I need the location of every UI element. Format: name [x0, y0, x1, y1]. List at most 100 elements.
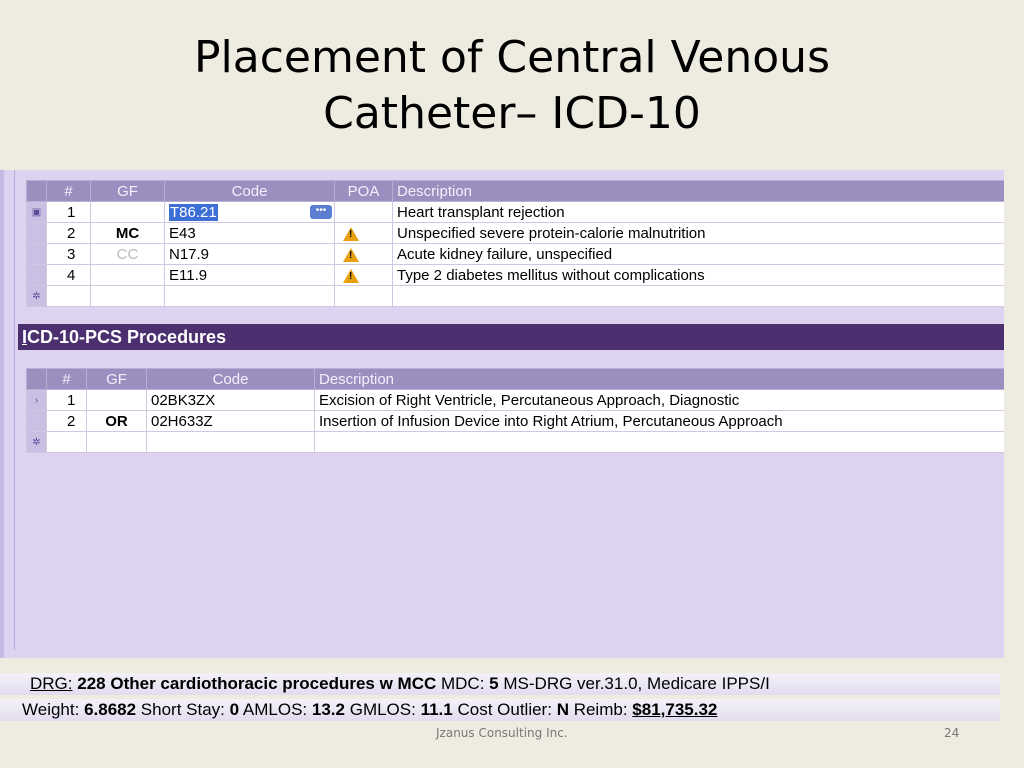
row-number: 2	[46, 410, 87, 432]
row-code[interactable]: E43	[164, 222, 335, 244]
row-selector[interactable]	[26, 264, 47, 286]
weight-value: 6.8682	[84, 700, 137, 719]
column-header-description[interactable]: Description	[314, 368, 1004, 390]
row-selector[interactable]	[26, 410, 47, 432]
gmlos-label: GMLOS:	[349, 700, 416, 719]
column-header-description[interactable]: Description	[392, 180, 1004, 202]
procedures-header-row: # GF Code Description	[26, 368, 1004, 390]
table-row[interactable]: 2 MC E43 Unspecified severe protein-calo…	[26, 222, 1004, 244]
code-cell-editing[interactable]: T86.21 •••	[164, 201, 335, 223]
row-selector[interactable]	[26, 222, 47, 244]
row-gf: CC	[90, 243, 165, 265]
row-code[interactable]: 02H633Z	[146, 410, 315, 432]
row-selector-header	[26, 180, 47, 202]
table-row[interactable]: 4 E11.9 Type 2 diabetes mellitus without…	[26, 264, 1004, 286]
short-stay-value: 0	[229, 700, 240, 719]
row-number: 2	[46, 222, 91, 244]
diagnoses-header-row: # GF Code POA Description	[26, 180, 1004, 202]
warning-icon[interactable]	[343, 247, 359, 262]
row-code[interactable]: N17.9	[164, 243, 335, 265]
row-description: Heart transplant rejection	[392, 201, 1004, 223]
row-number: 3	[46, 243, 91, 265]
drg-version: MS-DRG ver.31.0, Medicare IPPS/I	[503, 674, 770, 693]
row-gf	[86, 389, 147, 411]
procedures-section-header: ICD-10-PCS Procedures	[18, 324, 1004, 350]
code-lookup-button[interactable]: •••	[310, 205, 332, 219]
diagnoses-grid: # GF Code POA Description ▣ 1 T86.21 •••	[26, 180, 1004, 307]
row-selector-edit-icon[interactable]: ▣	[26, 201, 47, 223]
new-row-cell[interactable]	[46, 285, 91, 307]
gmlos-value: 11.1	[420, 700, 453, 719]
row-code[interactable]: 02BK3ZX	[146, 389, 315, 411]
slide-title-line1: Placement of Central Venous	[193, 32, 830, 83]
code-input[interactable]: T86.21	[169, 203, 218, 221]
section-title: CD-10-PCS Procedures	[27, 327, 227, 347]
row-description: Type 2 diabetes mellitus without complic…	[392, 264, 1004, 286]
table-row[interactable]: › 1 02BK3ZX Excision of Right Ventricle,…	[26, 389, 1004, 411]
slide-title-line2: Catheter– ICD-10	[323, 88, 701, 139]
row-selector[interactable]	[26, 243, 47, 265]
mdc-value: 5	[489, 674, 499, 693]
warning-icon[interactable]	[343, 226, 359, 241]
row-description: Insertion of Infusion Device into Right …	[314, 410, 1004, 432]
reimb-label: Reimb:	[573, 700, 628, 719]
drg-description: Other cardiothoracic procedures w MCC	[110, 674, 437, 693]
row-gf: OR	[86, 410, 147, 432]
poa-cell[interactable]	[334, 264, 393, 286]
mdc-label: MDC:	[440, 674, 485, 693]
new-row-cell[interactable]	[146, 431, 315, 453]
slide-title: Placement of Central Venous Catheter– IC…	[0, 30, 1024, 142]
new-row-icon[interactable]: ✲	[26, 285, 47, 307]
row-selector-header	[26, 368, 47, 390]
column-header-code[interactable]: Code	[164, 180, 335, 202]
cost-outlier-label: Cost Outlier:	[457, 700, 552, 719]
new-row-icon[interactable]: ✲	[26, 431, 47, 453]
column-header-num[interactable]: #	[46, 180, 91, 202]
table-row[interactable]: 3 CC N17.9 Acute kidney failure, unspeci…	[26, 243, 1004, 265]
row-gf	[90, 201, 165, 223]
row-number: 1	[46, 389, 87, 411]
poa-cell[interactable]	[334, 201, 393, 223]
drg-link[interactable]: DRG:	[30, 674, 73, 693]
weight-label: Weight:	[22, 700, 80, 719]
row-gf: MC	[90, 222, 165, 244]
column-header-gf[interactable]: GF	[86, 368, 147, 390]
cost-outlier-value: N	[556, 700, 569, 719]
column-header-poa[interactable]: POA	[334, 180, 393, 202]
amlos-value: 13.2	[311, 700, 345, 719]
footer-company: Jzanus Consulting Inc.	[436, 726, 568, 740]
procedures-grid: # GF Code Description › 1 02BK3ZX Excisi…	[26, 368, 1004, 453]
row-description: Acute kidney failure, unspecified	[392, 243, 1004, 265]
column-header-code[interactable]: Code	[146, 368, 315, 390]
column-header-num[interactable]: #	[46, 368, 87, 390]
table-row[interactable]: 2 OR 02H633Z Insertion of Infusion Devic…	[26, 410, 1004, 432]
drg-summary-bar: DRG: 228 Other cardiothoracic procedures…	[0, 673, 1000, 695]
new-row-cell[interactable]	[314, 431, 1004, 453]
table-row[interactable]: ▣ 1 T86.21 ••• Heart transplant rejectio…	[26, 201, 1004, 223]
new-row-cell[interactable]	[164, 285, 335, 307]
new-row-cell[interactable]	[46, 431, 87, 453]
new-row-cell[interactable]	[90, 285, 165, 307]
row-number: 1	[46, 201, 91, 223]
poa-cell[interactable]	[334, 222, 393, 244]
new-row[interactable]: ✲	[26, 285, 1004, 307]
new-row-cell[interactable]	[392, 285, 1004, 307]
page-number: 24	[944, 726, 960, 740]
new-row-cell[interactable]	[334, 285, 393, 307]
reimb-value[interactable]: $81,735.32	[632, 700, 717, 719]
row-description: Excision of Right Ventricle, Percutaneou…	[314, 389, 1004, 411]
current-row-arrow-icon[interactable]: ›	[26, 389, 47, 411]
drg-number: 228	[77, 674, 106, 693]
row-description: Unspecified severe protein-calorie malnu…	[392, 222, 1004, 244]
new-row[interactable]: ✲	[26, 431, 1004, 453]
poa-cell[interactable]	[334, 243, 393, 265]
row-gf	[90, 264, 165, 286]
panel-divider	[14, 170, 15, 650]
new-row-cell[interactable]	[86, 431, 147, 453]
amlos-label: AMLOS:	[242, 700, 308, 719]
column-header-gf[interactable]: GF	[90, 180, 165, 202]
row-code[interactable]: E11.9	[164, 264, 335, 286]
stats-bar: Weight: 6.8682 Short Stay: 0 AMLOS: 13.2…	[0, 699, 1000, 721]
warning-icon[interactable]	[343, 268, 359, 283]
coding-panel: # GF Code POA Description ▣ 1 T86.21 •••	[0, 170, 1004, 658]
